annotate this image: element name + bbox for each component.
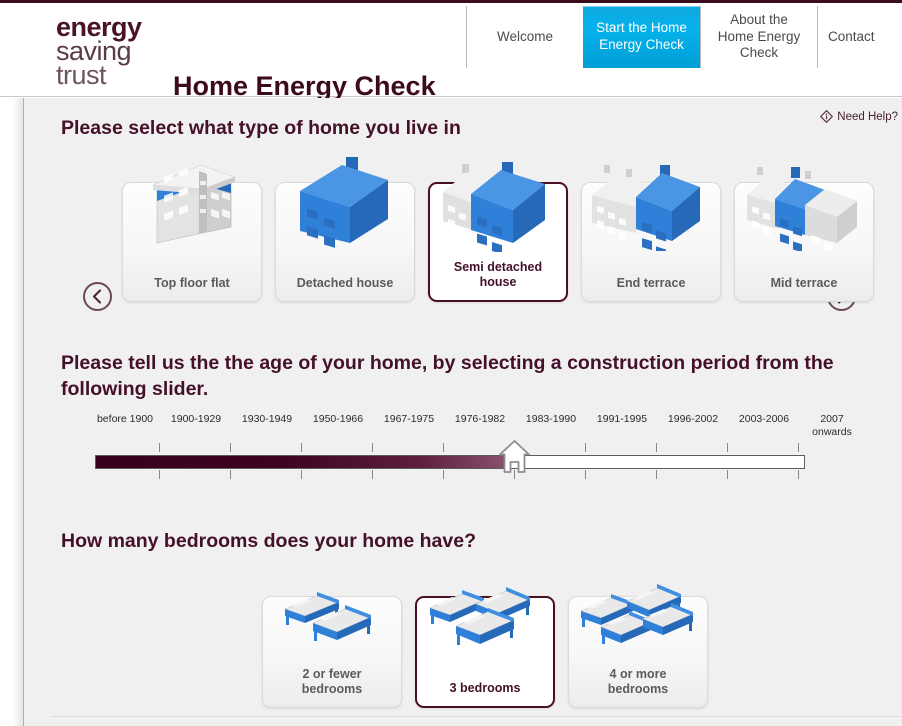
period-label: 1930-1949	[241, 413, 293, 425]
period-label: 1991-1995	[596, 413, 648, 425]
slider-tick	[372, 443, 373, 452]
main-navigation: Welcome Start the Home Energy Check Abou…	[466, 6, 885, 68]
slider-handle[interactable]	[498, 439, 531, 475]
home-type-label: Detached house	[296, 276, 394, 291]
two-beds-icon	[267, 575, 397, 661]
house-handle-icon	[498, 439, 531, 475]
bedrooms-carousel: 2 or fewer bedrooms 3 bedrooms 4 or more…	[25, 568, 902, 718]
home-type-card-detached-house[interactable]: Detached house	[275, 109, 415, 302]
need-help-link[interactable]: Need Help?	[820, 110, 898, 123]
period-label: 1996-2002	[667, 413, 719, 425]
period-label: 1983-1990	[525, 413, 577, 425]
tab-welcome[interactable]: Welcome	[466, 6, 583, 68]
slider-tick	[798, 443, 799, 452]
end-terrace-icon	[586, 147, 716, 259]
construction-period-slider[interactable]: before 1900 1900-1929 1930-1949 1950-196…	[25, 413, 902, 483]
semi-detached-house-icon	[433, 148, 563, 255]
construction-period-labels: before 1900 1900-1929 1930-1949 1950-196…	[95, 413, 852, 447]
question-home-type: Please select what type of home you live…	[61, 117, 461, 139]
period-label: 1967-1975	[383, 413, 435, 425]
slider-track[interactable]	[95, 455, 805, 469]
slider-tick	[727, 470, 728, 479]
chevron-left-icon	[91, 289, 104, 304]
panel-bottom-divider	[50, 716, 902, 717]
period-label: 1976-1982	[454, 413, 506, 425]
page-root: energy saving trust Home Energy Check We…	[0, 0, 902, 726]
period-label: 2003-2006	[738, 413, 790, 425]
slider-tick	[585, 443, 586, 452]
question-home-age: Please tell us the the age of your home,…	[61, 352, 834, 401]
question-bedrooms: How many bedrooms does your home have?	[61, 530, 477, 552]
slider-tick	[656, 443, 657, 452]
main-panel: Need Help? Please select what type of ho…	[0, 98, 902, 726]
home-type-label: Top floor flat	[154, 276, 230, 291]
slider-tick	[585, 470, 586, 479]
home-type-label: Semi detached house	[453, 259, 543, 290]
info-diamond-icon	[820, 110, 834, 123]
slider-tick	[372, 470, 373, 479]
period-label: before 1900	[96, 413, 154, 425]
four-beds-icon	[573, 575, 703, 661]
home-type-card-mid-terrace[interactable]: Mid terrace	[734, 167, 874, 302]
bedrooms-label: 3 bedrooms	[449, 681, 521, 696]
brand-logo[interactable]: energy saving trust	[56, 14, 142, 89]
panel-content: Need Help? Please select what type of ho…	[25, 98, 902, 726]
slider-track-area[interactable]	[95, 440, 805, 479]
bedrooms-label: 4 or more bedrooms	[607, 666, 669, 697]
home-type-card-list: Top floor flat Detached house Semi detac…	[122, 109, 874, 302]
slider-tick	[301, 443, 302, 452]
slider-tick	[443, 443, 444, 452]
bedrooms-card-4-or-more[interactable]: 4 or more bedrooms	[568, 584, 708, 708]
slider-tick	[656, 470, 657, 479]
tab-contact[interactable]: Contact	[817, 6, 885, 68]
slider-tick	[443, 470, 444, 479]
slider-tick	[230, 443, 231, 452]
slider-tick	[301, 470, 302, 479]
site-header: energy saving trust Home Energy Check We…	[0, 3, 902, 101]
slider-tick	[798, 470, 799, 479]
period-label: 1950-1966	[312, 413, 364, 425]
bedrooms-card-3-bedrooms[interactable]: 3 bedrooms	[415, 587, 555, 708]
home-type-prev-button[interactable]	[83, 282, 112, 311]
top-floor-flat-icon	[127, 147, 257, 251]
period-label: 2007 onwards	[812, 413, 852, 439]
tab-about-the-home-energy-check[interactable]: About the Home Energy Check	[700, 6, 817, 68]
slider-tick	[159, 470, 160, 479]
home-type-card-top-floor-flat[interactable]: Top floor flat	[122, 164, 262, 302]
home-type-card-end-terrace[interactable]: End terrace	[581, 165, 721, 302]
panel-left-gutter	[0, 98, 24, 726]
home-type-label: End terrace	[616, 276, 686, 291]
detached-house-icon	[280, 109, 410, 251]
bedrooms-card-list: 2 or fewer bedrooms 3 bedrooms 4 or more…	[262, 584, 708, 708]
slider-tick	[159, 443, 160, 452]
period-label: 1900-1929	[170, 413, 222, 425]
need-help-label: Need Help?	[837, 110, 898, 123]
tab-start-the-home-energy-check[interactable]: Start the Home Energy Check	[583, 6, 700, 68]
home-type-carousel: Top floor flat Detached house Semi detac…	[25, 109, 902, 348]
slider-filled-range	[96, 456, 511, 468]
slider-tick	[727, 443, 728, 452]
bedrooms-card-2-or-fewer[interactable]: 2 or fewer bedrooms	[262, 592, 402, 708]
home-type-card-semi-detached-house[interactable]: Semi detached house	[428, 162, 568, 302]
mid-terrace-icon	[739, 147, 869, 268]
brand-logo-line3: trust	[56, 60, 107, 90]
home-type-label: Mid terrace	[770, 276, 838, 291]
three-beds-icon	[420, 576, 550, 662]
bedrooms-label: 2 or fewer bedrooms	[301, 666, 363, 697]
slider-tick	[230, 470, 231, 479]
